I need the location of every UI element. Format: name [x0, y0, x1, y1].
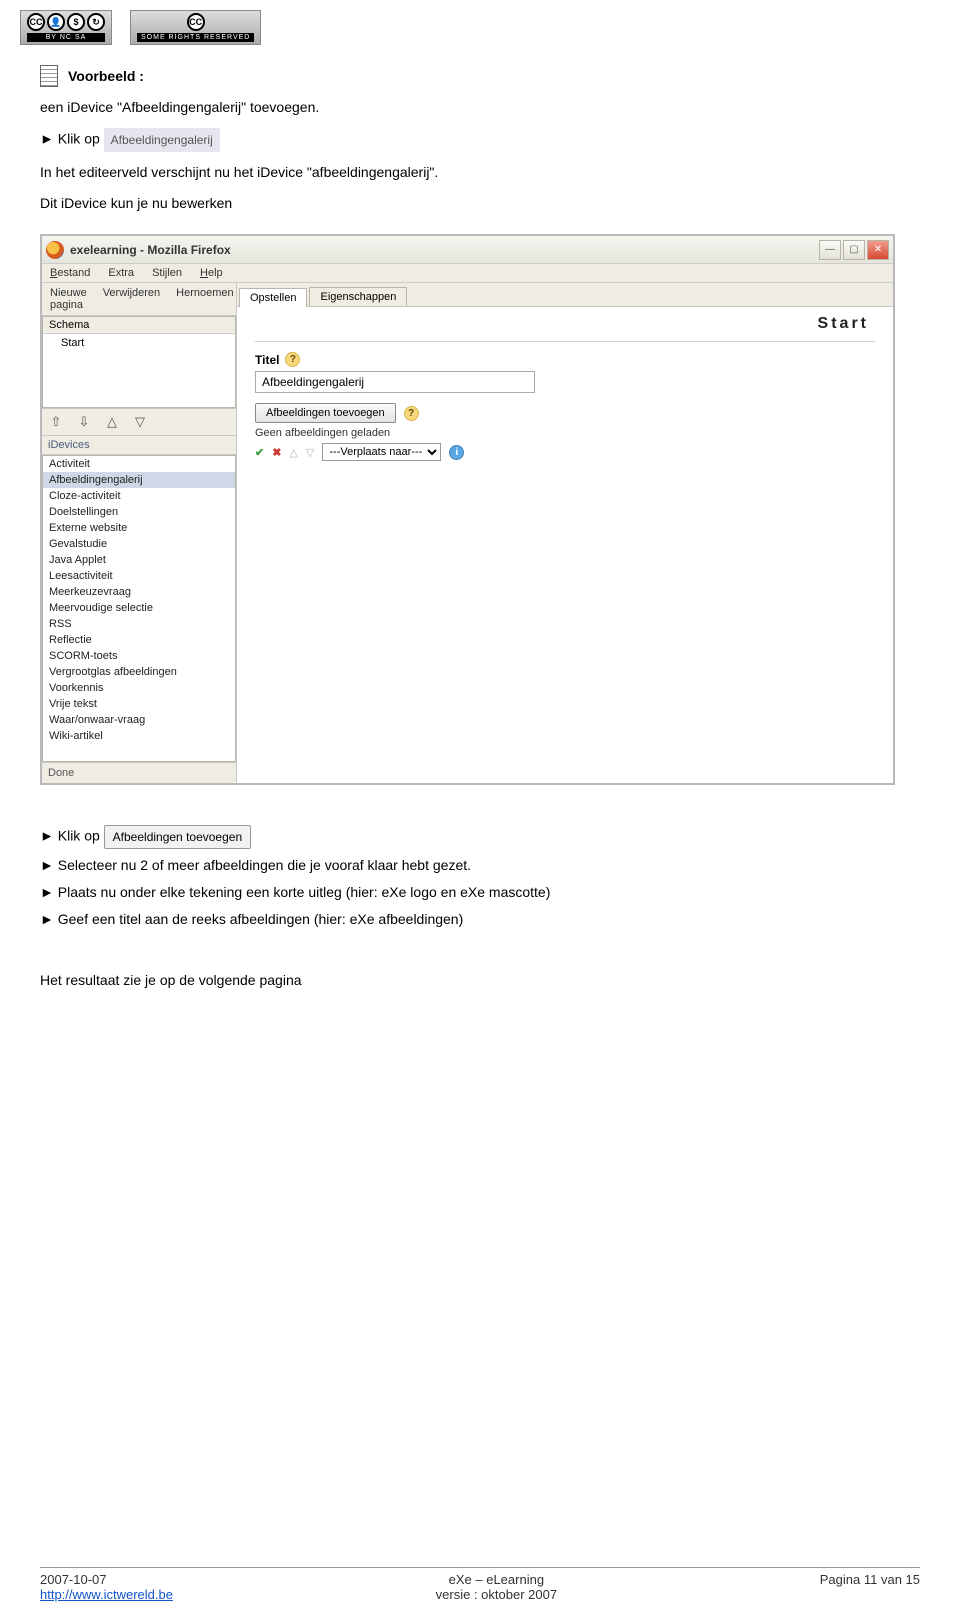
idev-item[interactable]: Meervoudige selectie	[43, 600, 235, 616]
window-titlebar: exelearning - Mozilla Firefox — ▢ ✕	[42, 236, 893, 264]
demote-icon[interactable]: ⇩	[76, 414, 92, 430]
intro-line-1: een iDevice "Afbeeldingengalerij" toevoe…	[40, 97, 920, 118]
idev-item[interactable]: Meerkeuzevraag	[43, 584, 235, 600]
no-images-status: Geen afbeeldingen geladen	[255, 427, 875, 439]
status-done: Done	[42, 762, 236, 783]
footer-page: Pagina 11 van 15	[820, 1572, 920, 1587]
titel-input[interactable]	[255, 371, 535, 393]
page-title-start: Start	[818, 315, 869, 333]
idevices-list: Activiteit Afbeeldingengalerij Cloze-act…	[42, 455, 236, 762]
promote-icon[interactable]: ⇧	[48, 414, 64, 430]
idev-item[interactable]: RSS	[43, 616, 235, 632]
cc-by-nc-sa-badge: CC 👤 $ ↻ BY NC SA	[20, 10, 112, 45]
idev-item[interactable]: Leesactiviteit	[43, 568, 235, 584]
outline-toolbar: ⇧ ⇩ △ ▽	[42, 408, 236, 436]
menu-stijlen[interactable]: Stijlen	[152, 267, 182, 279]
section-heading: Voorbeeld :	[40, 65, 920, 87]
schema-header: Schema	[43, 317, 235, 334]
schema-tree: Schema Start	[42, 316, 236, 408]
move-up-icon[interactable]: △	[289, 446, 297, 459]
menu-help[interactable]: Help	[200, 267, 223, 279]
idev-item[interactable]: Waar/onwaar-vraag	[43, 712, 235, 728]
page-footer: 2007-10-07 http://www.ictwereld.be eXe –…	[40, 1567, 920, 1602]
idev-item[interactable]: Doelstellingen	[43, 504, 235, 520]
doc-icon	[40, 65, 58, 87]
field-label-titel: Titel ?	[255, 352, 875, 367]
idev-item[interactable]: Java Applet	[43, 552, 235, 568]
menubar: Bestand Extra Stijlen Help	[42, 264, 893, 283]
btn-inline-afbeeld: Afbeeldingen toevoegen	[104, 825, 251, 849]
result-line: Het resultaat zie je op de volgende pagi…	[40, 970, 920, 991]
window-title: exelearning - Mozilla Firefox	[70, 243, 231, 257]
footer-title: eXe – eLearning	[436, 1572, 557, 1587]
info-icon[interactable]: i	[449, 445, 464, 460]
minimize-button[interactable]: —	[819, 240, 841, 260]
device-action-row: ✔ ✖ △ ▽ ---Verplaats naar--- i	[255, 443, 875, 461]
idev-item[interactable]: Cloze-activiteit	[43, 488, 235, 504]
idev-item[interactable]: Vrije tekst	[43, 696, 235, 712]
footer-date: 2007-10-07	[40, 1572, 173, 1587]
help-icon[interactable]: ?	[285, 352, 300, 367]
menu-bestand[interactable]: Bestand	[50, 267, 90, 279]
firefox-icon	[46, 241, 64, 259]
idev-item[interactable]: Voorkennis	[43, 680, 235, 696]
chip-afbeeldingengalerij: Afbeeldingengalerij	[104, 128, 220, 152]
intro-line-3: In het editeerveld verschijnt nu het iDe…	[40, 162, 920, 183]
footer-url[interactable]: http://www.ictwereld.be	[40, 1587, 173, 1602]
step-select: ► Selecteer nu 2 of meer afbeeldingen di…	[40, 855, 920, 876]
section-heading-label: Voorbeeld :	[68, 68, 144, 84]
idev-item[interactable]: Wiki-artikel	[43, 728, 235, 744]
tab-opstellen[interactable]: Opstellen	[239, 288, 307, 307]
confirm-icon[interactable]: ✔	[255, 446, 264, 459]
action-nieuwe-pagina[interactable]: Nieuwe pagina	[50, 287, 87, 311]
schema-item-start[interactable]: Start	[43, 334, 235, 352]
intro-line-4: Dit iDevice kun je nu bewerken	[40, 193, 920, 214]
footer-version: versie : oktober 2007	[436, 1587, 557, 1602]
idev-item[interactable]: Gevalstudie	[43, 536, 235, 552]
maximize-button[interactable]: ▢	[843, 240, 865, 260]
idev-item[interactable]: Vergrootglas afbeeldingen	[43, 664, 235, 680]
idev-item[interactable]: Externe website	[43, 520, 235, 536]
idev-item[interactable]: Activiteit	[43, 456, 235, 472]
move-down-icon[interactable]: ▽	[306, 446, 314, 459]
tabs: Opstellen Eigenschappen	[237, 283, 893, 307]
menu-extra[interactable]: Extra	[108, 267, 134, 279]
help-icon[interactable]: ?	[404, 406, 419, 421]
add-images-button[interactable]: Afbeeldingen toevoegen	[255, 403, 396, 423]
close-button[interactable]: ✕	[867, 240, 889, 260]
action-hernoemen[interactable]: Hernoemen	[176, 287, 233, 311]
step-geef: ► Geef een titel aan de reeks afbeelding…	[40, 909, 920, 930]
delete-icon[interactable]: ✖	[272, 446, 281, 459]
move-up-icon[interactable]: △	[104, 414, 120, 430]
move-down-icon[interactable]: ▽	[132, 414, 148, 430]
step-klik-op-2: ► Klik op Afbeeldingen toevoegen	[40, 825, 920, 849]
idevices-header: iDevices	[42, 436, 236, 455]
idev-item-selected[interactable]: Afbeeldingengalerij	[43, 472, 235, 488]
license-badges: CC 👤 $ ↻ BY NC SA CC SOME RIGHTS RESERVE…	[20, 10, 920, 45]
screenshot-exelearning: exelearning - Mozilla Firefox — ▢ ✕ Best…	[40, 234, 895, 785]
step-klik-op-1: ► Klik op Afbeeldingengalerij	[40, 128, 920, 152]
left-actions: Nieuwe pagina Verwijderen Hernoemen	[42, 283, 236, 316]
move-select[interactable]: ---Verplaats naar---	[322, 443, 441, 461]
step-plaats: ► Plaats nu onder elke tekening een kort…	[40, 882, 920, 903]
idev-item[interactable]: Reflectie	[43, 632, 235, 648]
cc-some-rights-badge: CC SOME RIGHTS RESERVED	[130, 10, 261, 45]
action-verwijderen[interactable]: Verwijderen	[103, 287, 160, 311]
idev-item[interactable]: SCORM-toets	[43, 648, 235, 664]
tab-eigenschappen[interactable]: Eigenschappen	[309, 287, 407, 306]
